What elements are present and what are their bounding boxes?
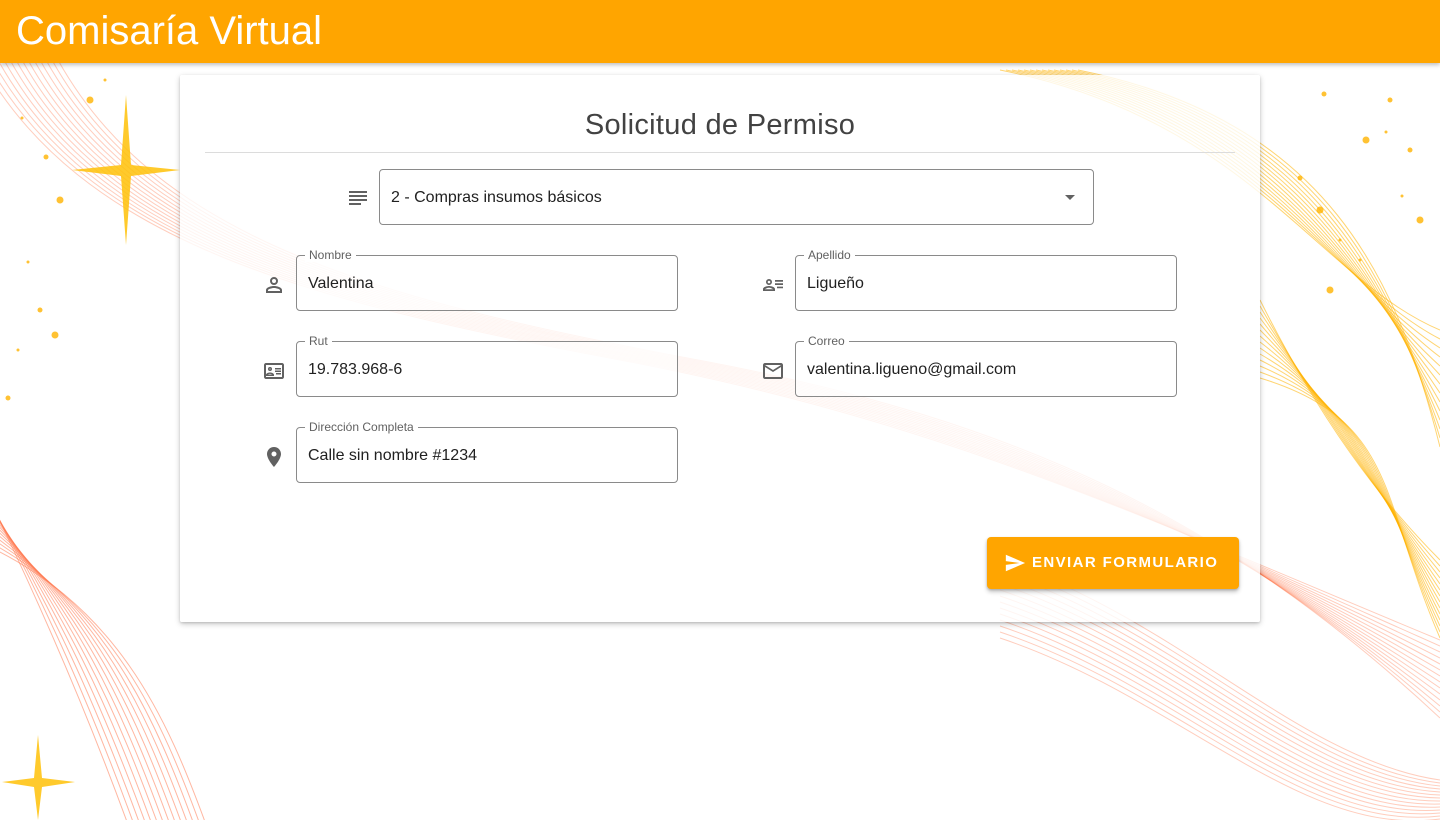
motive-select[interactable]: 2 - Compras insumos básicos (379, 169, 1094, 225)
send-icon (1004, 552, 1026, 574)
apellido-value: Ligueño (807, 275, 864, 292)
correo-label: Correo (804, 334, 849, 348)
app-bar: Comisaría Virtual (0, 0, 1440, 63)
rut-field[interactable]: Rut 19.783.968-6 (296, 334, 678, 397)
location-pin-icon (262, 445, 286, 469)
rut-label: Rut (305, 334, 332, 348)
direccion-field[interactable]: Dirección Completa Calle sin nombre #123… (296, 420, 678, 483)
correo-value: valentina.ligueno@gmail.com (807, 361, 1017, 378)
chevron-down-icon[interactable] (1065, 195, 1075, 200)
app-title: Comisaría Virtual (16, 9, 323, 53)
motive-select-value: 2 - Compras insumos básicos (391, 189, 602, 206)
correo-field[interactable]: Correo valentina.ligueno@gmail.com (795, 334, 1177, 397)
person-details-icon (761, 273, 785, 297)
mail-icon (761, 359, 785, 383)
notes-icon (346, 186, 370, 210)
id-card-icon (262, 359, 286, 383)
submit-form-label: ENVIAR FORMULARIO (1032, 554, 1219, 571)
submit-form-button[interactable]: ENVIAR FORMULARIO (987, 537, 1239, 589)
nombre-value: Valentina (308, 275, 374, 292)
direccion-value: Calle sin nombre #1234 (308, 447, 477, 464)
nombre-label: Nombre (305, 248, 356, 262)
nombre-field[interactable]: Nombre Valentina (296, 248, 678, 311)
direccion-label: Dirección Completa (305, 420, 418, 434)
apellido-label: Apellido (804, 248, 855, 262)
title-divider (205, 152, 1235, 153)
apellido-field[interactable]: Apellido Ligueño (795, 248, 1177, 311)
person-icon (262, 273, 286, 297)
permit-request-card: Solicitud de Permiso 2 - Compras insumos… (180, 75, 1260, 622)
form-title: Solicitud de Permiso (584, 109, 856, 141)
rut-value: 19.783.968-6 (308, 361, 403, 378)
